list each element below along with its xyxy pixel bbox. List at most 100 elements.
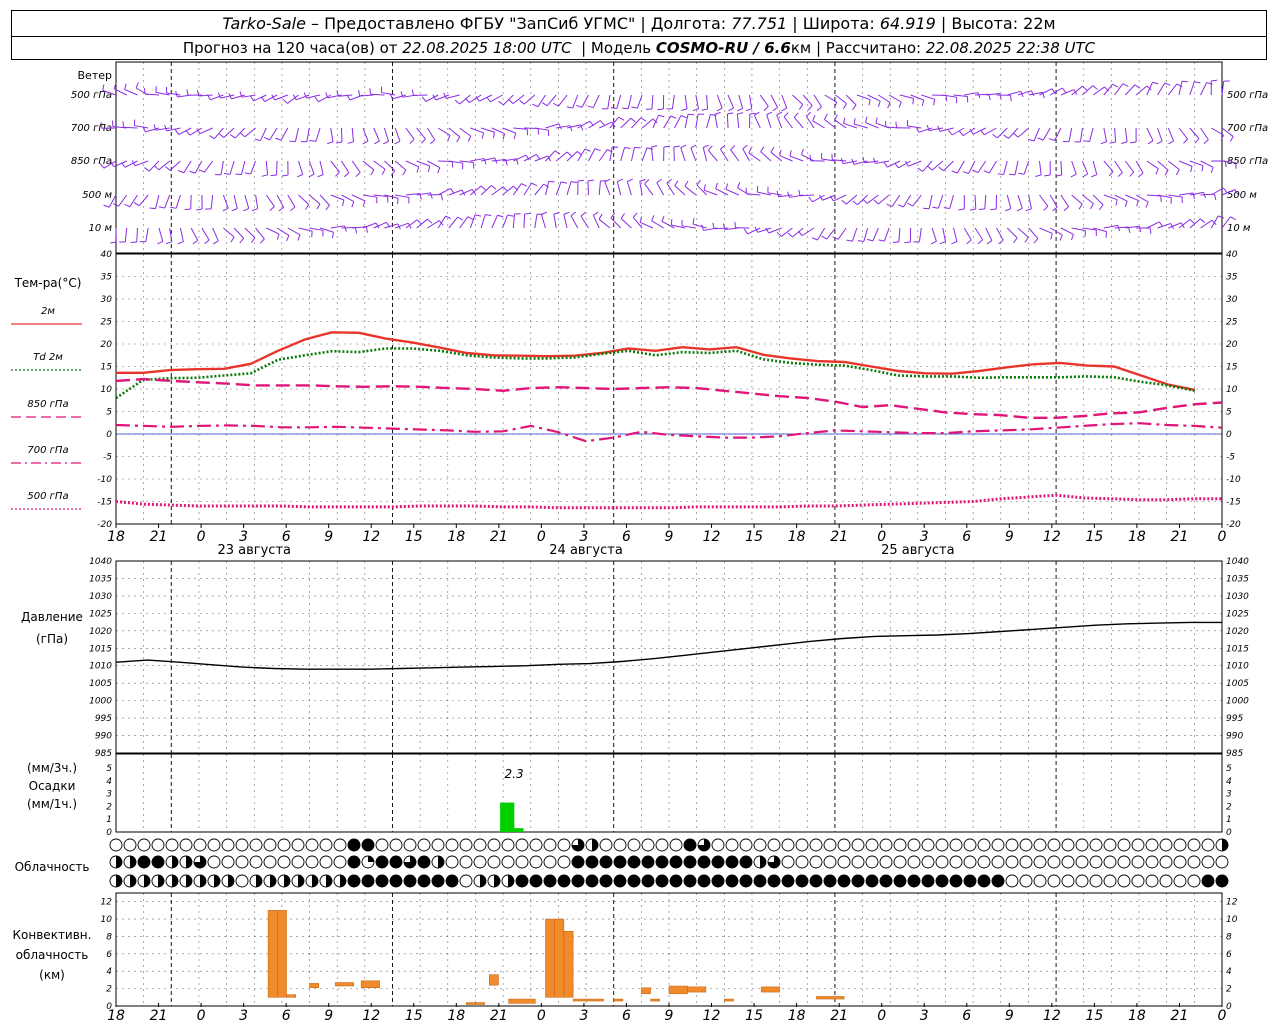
cloud-circle-fill [866, 875, 878, 887]
wind-barb-feather [521, 183, 527, 187]
wind-barb [540, 214, 546, 229]
cloud-circle-fill [158, 875, 164, 887]
wind-barb [124, 89, 138, 96]
cloud-circle-fill [446, 875, 458, 887]
wind-barb-feather [335, 141, 343, 144]
wind-barb [308, 194, 321, 205]
cloud-circle [529, 855, 543, 869]
wind-barb [706, 94, 709, 110]
cloud-circle-fill [684, 875, 696, 887]
cloud-circle [1201, 838, 1215, 852]
wind-barb-feather [524, 212, 531, 215]
wind-barb-feather [843, 117, 846, 124]
convective-bar [360, 980, 380, 988]
temperature-series-0 [116, 331, 1196, 392]
convective-x-tick-label: 9 [324, 1008, 333, 1024]
wind-barb [738, 94, 744, 109]
wind-barb [1157, 82, 1166, 96]
wind-barb-feather [456, 136, 461, 143]
wind-barb [512, 214, 516, 229]
wind-barb-feather [355, 172, 361, 177]
convective-panel-unit: (км) [39, 968, 65, 982]
cloud-circle-fill [172, 875, 178, 887]
wind-barb [749, 94, 753, 109]
wind-barb-feather [1147, 140, 1154, 145]
wind-barb [341, 160, 350, 174]
cloud-circle-fill [684, 856, 696, 868]
wind-barb [229, 160, 235, 175]
wind-barb [598, 149, 608, 162]
convective-bar [508, 998, 536, 1004]
wind-barb-feather [873, 199, 879, 205]
cloud-circle [1173, 874, 1187, 888]
cloud-circle-fill [782, 875, 794, 887]
wind-barb [265, 194, 275, 207]
wind-barb-feather [196, 208, 203, 211]
wind-barb [656, 182, 665, 196]
cloud-circle [529, 838, 543, 852]
wind-barb-feather [276, 233, 280, 240]
wind-barb [448, 127, 461, 138]
wind-barb-feather [251, 208, 258, 212]
wind-barb [425, 94, 439, 103]
cloud-circle-fill [586, 875, 598, 887]
wind-barb [190, 227, 199, 241]
wind-barb [480, 214, 486, 229]
precip-unit-3h: (мм/3ч.) [27, 761, 77, 775]
wind-barb [898, 227, 901, 243]
wind-barb [234, 127, 246, 139]
cloud-circle [949, 838, 963, 852]
cloud-circle [935, 838, 949, 852]
cloud-circle-fill [376, 875, 388, 887]
wind-barb-feather [1211, 79, 1218, 82]
wind-barb [318, 94, 331, 103]
convective-bar [687, 986, 707, 993]
wind-barb-feather [787, 191, 790, 198]
wind-barb-feather [304, 204, 310, 210]
wind-barb-feather [342, 199, 345, 206]
convective-bar [572, 998, 604, 1002]
wind-barb [244, 227, 256, 239]
wind-barb [652, 115, 660, 129]
temperature-tick-left: 40 [101, 250, 113, 260]
temperature-x-tick-label: 18 [788, 529, 806, 545]
wind-barb [883, 227, 890, 242]
wind-barb-feather [1033, 238, 1039, 244]
cloud-circle-fill [348, 839, 360, 851]
wind-barb [1114, 160, 1123, 173]
wind-barb-feather [787, 232, 793, 238]
wind-barb [802, 94, 813, 107]
wind-barb-feather [260, 96, 266, 102]
convective-bar [309, 983, 320, 988]
wind-barb [298, 194, 310, 205]
temperature-x-tick-label: 0 [1218, 529, 1227, 545]
wind-barb-feather [1013, 237, 1018, 244]
convective-tick-right: 2 [1226, 985, 1232, 995]
wind-barb [459, 216, 469, 229]
pressure-tick-left: 1030 [89, 592, 112, 602]
temperature-x-tick-label: 9 [665, 529, 674, 545]
cloud-circle [1131, 838, 1145, 852]
wind-barb-feather [692, 108, 699, 112]
convective-tick-left: 8 [106, 932, 112, 942]
wind-barb-feather [763, 106, 769, 111]
wind-barb-feather [951, 241, 958, 245]
cloud-circle-fill [614, 875, 626, 887]
wind-barb [766, 114, 772, 129]
wind-barb [1189, 81, 1195, 96]
wind-barb-feather [335, 171, 340, 177]
wind-barb-feather [587, 179, 594, 182]
wind-barb-feather [382, 140, 389, 145]
wind-barb-feather [566, 106, 573, 109]
cloud-circle-fill [116, 875, 122, 887]
wind-barb [770, 94, 779, 108]
convective-x-tick-label: 21 [150, 1008, 168, 1024]
cloud-circle [1173, 855, 1187, 869]
wind-barb [753, 115, 761, 129]
wind-barb-feather [1203, 139, 1209, 145]
cloud-circle-fill [508, 875, 514, 887]
temperature-tick-right: 40 [1226, 250, 1238, 260]
pressure-tick-left: 1025 [89, 609, 112, 619]
wind-barb-feather [296, 173, 303, 178]
cloud-circle-fill [362, 839, 374, 851]
